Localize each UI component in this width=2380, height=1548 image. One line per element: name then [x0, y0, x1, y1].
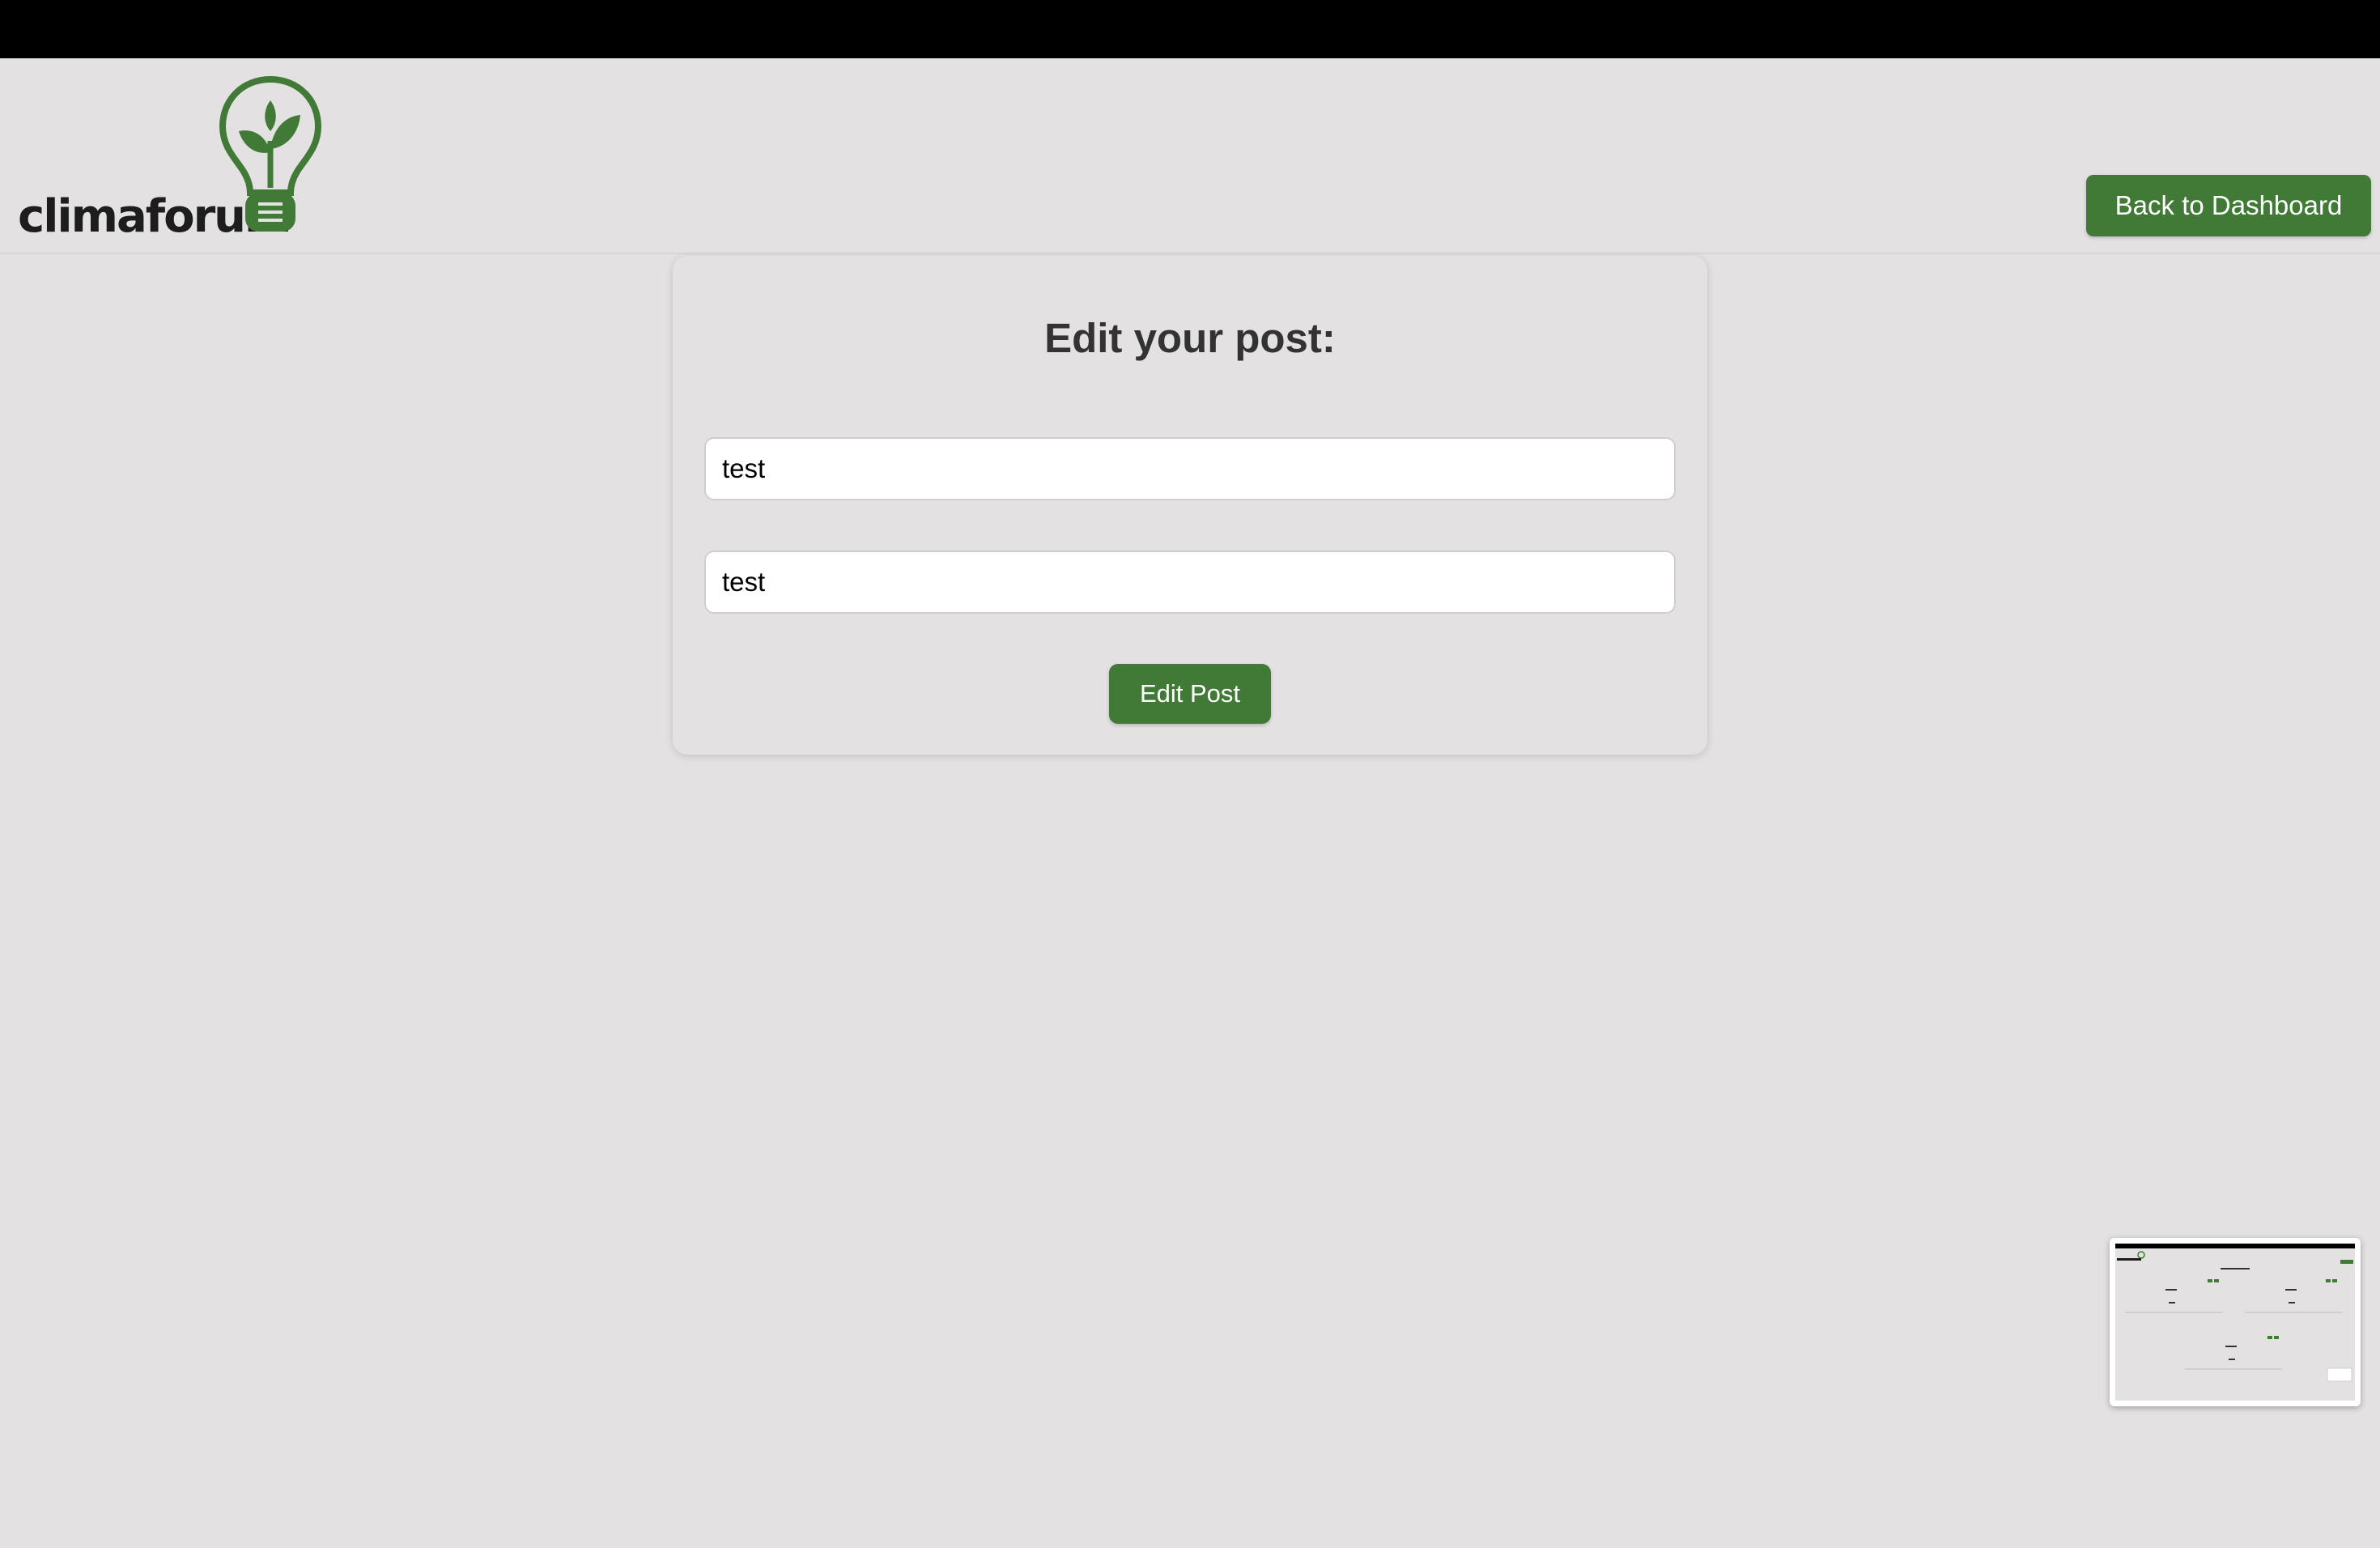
edit-post-card: Edit your post: Edit Post	[673, 256, 1707, 755]
climaforum-logo[interactable]: climaforum	[18, 74, 325, 240]
edit-post-button[interactable]: Edit Post	[1109, 664, 1271, 724]
post-content-input[interactable]	[704, 551, 1676, 614]
browser-top-bar	[0, 0, 2380, 58]
lightbulb-leaf-icon	[219, 75, 322, 232]
site-header: climaforum Back to Dashboard	[0, 58, 2380, 254]
page-title: Edit your post:	[1044, 315, 1336, 361]
post-title-input[interactable]	[704, 437, 1676, 500]
back-to-dashboard-button[interactable]: Back to Dashboard	[2086, 175, 2371, 236]
screenshot-thumbnail[interactable]	[2110, 1238, 2361, 1406]
thumbnail-preview-image	[2115, 1244, 2355, 1401]
